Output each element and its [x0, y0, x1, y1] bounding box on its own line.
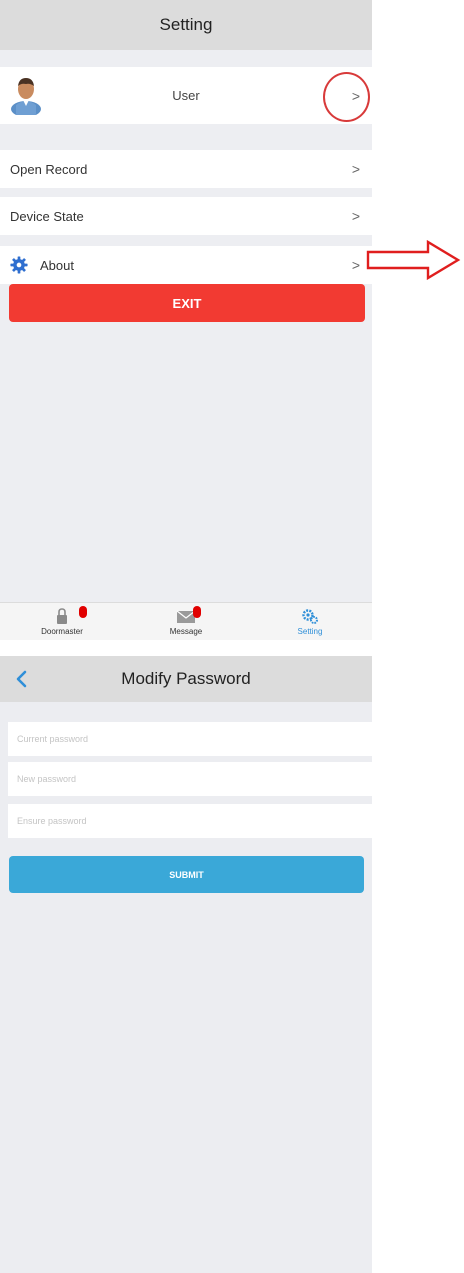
notification-badge [79, 606, 87, 618]
annotation-arrow-icon [366, 240, 461, 280]
chevron-right-icon: > [351, 257, 360, 273]
bottom-tab-bar: Doormaster Message Setting [0, 602, 372, 640]
modify-password-header: Modify Password [0, 656, 372, 702]
menu-item-label: Device State [10, 208, 84, 224]
notification-badge [193, 606, 201, 618]
tab-doormaster[interactable]: Doormaster [0, 603, 124, 640]
page-title: Setting [159, 15, 213, 34]
back-button[interactable] [8, 666, 34, 692]
menu-item-device-state[interactable]: Device State > [0, 197, 372, 235]
chevron-right-icon: > [351, 161, 360, 177]
settings-header: Setting [0, 0, 372, 50]
ensure-password-field[interactable] [8, 804, 372, 838]
lock-icon [57, 608, 67, 624]
settings-screen: Setting User > Open Record > Device Stat… [0, 0, 372, 640]
new-password-field[interactable] [8, 762, 372, 796]
submit-button[interactable]: SUBMIT [9, 856, 364, 893]
chevron-right-icon: > [351, 208, 360, 224]
exit-button[interactable]: EXIT [9, 284, 365, 322]
user-label: User [172, 88, 200, 103]
chevron-left-icon [16, 670, 27, 688]
current-password-field[interactable] [8, 722, 372, 756]
gears-icon [302, 609, 318, 624]
tab-label: Message [169, 627, 203, 636]
tab-label: Doormaster [41, 627, 83, 636]
user-row[interactable]: User > [0, 67, 372, 124]
tab-label: Setting [297, 627, 323, 636]
menu-item-label: About [40, 257, 74, 273]
page-title: Modify Password [121, 669, 251, 688]
tab-setting[interactable]: Setting [248, 603, 372, 640]
annotation-circle [323, 72, 370, 122]
gear-icon [10, 256, 28, 274]
modify-password-screen: Modify Password SUBMIT [0, 656, 372, 1273]
tab-message[interactable]: Message [124, 603, 248, 640]
menu-item-open-record[interactable]: Open Record > [0, 150, 372, 188]
composite-stage: Setting User > Open Record > Device Stat… [0, 0, 464, 1273]
menu-item-label: Open Record [10, 161, 88, 177]
menu-item-about[interactable]: About > [0, 246, 372, 284]
